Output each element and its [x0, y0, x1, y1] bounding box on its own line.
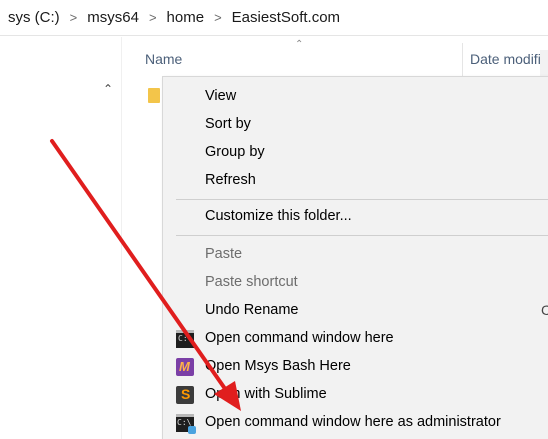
menu-item-group-by[interactable]: Group by: [163, 139, 548, 167]
breadcrumb-item-msys64[interactable]: msys64: [85, 9, 141, 26]
menu-item-label: Undo Rename: [205, 302, 299, 318]
menu-item-label: Open Msys Bash Here: [205, 358, 351, 374]
cmd-icon: C:\: [176, 330, 194, 348]
menu-item-label: Open command window here: [205, 330, 394, 346]
menu-item-open-command-window-admin[interactable]: C:\ Open command window here as administ…: [163, 409, 548, 437]
menu-item-paste[interactable]: Paste: [163, 241, 548, 269]
column-header-name[interactable]: Name: [145, 51, 182, 67]
menu-item-shortcut: C: [541, 302, 548, 318]
menu-item-label: Open with Sublime: [205, 386, 327, 402]
msys-icon: M: [176, 358, 194, 376]
folder-icon[interactable]: [148, 88, 160, 103]
scroll-up-icon[interactable]: ⌃: [101, 82, 115, 96]
menu-item-open-command-window[interactable]: C:\ Open command window here: [163, 325, 548, 353]
breadcrumb: sys (C:) > msys64 > home > EasiestSoft.c…: [6, 9, 342, 26]
menu-separator: [176, 199, 548, 200]
context-menu: View Sort by Group by Refresh Customize …: [162, 76, 548, 439]
breadcrumb-item-drive[interactable]: sys (C:): [6, 9, 62, 26]
column-header-date-modified[interactable]: Date modifi: [470, 51, 541, 67]
menu-item-label: Refresh: [205, 172, 256, 188]
breadcrumb-item-current-folder[interactable]: EasiestSoft.com: [230, 9, 342, 26]
breadcrumb-item-home[interactable]: home: [165, 9, 207, 26]
column-divider[interactable]: [462, 43, 463, 77]
menu-item-label: Group by: [205, 144, 265, 160]
menu-item-label: View: [205, 88, 237, 104]
menu-item-view[interactable]: View: [163, 83, 548, 111]
menu-item-label: Customize this folder...: [205, 208, 352, 224]
sort-ascending-icon: ⌃: [295, 39, 304, 50]
navigation-pane[interactable]: ⌃: [0, 37, 122, 439]
menu-item-undo-rename[interactable]: Undo Rename C: [163, 297, 548, 325]
breadcrumb-separator-icon[interactable]: >: [141, 10, 165, 25]
menu-item-open-with-sublime[interactable]: S Open with Sublime: [163, 381, 548, 409]
menu-item-open-msys-bash[interactable]: M Open Msys Bash Here: [163, 353, 548, 381]
breadcrumb-separator-icon[interactable]: >: [206, 10, 230, 25]
address-bar[interactable]: sys (C:) > msys64 > home > EasiestSoft.c…: [0, 0, 548, 36]
menu-item-label: Paste: [205, 246, 243, 262]
column-header-row: ⌃ Name Date modifi: [123, 37, 548, 81]
breadcrumb-separator-icon[interactable]: >: [62, 10, 86, 25]
menu-item-customize-folder[interactable]: Customize this folder...: [163, 203, 548, 231]
menu-item-label: Open command window here as administrato…: [205, 414, 501, 430]
menu-item-label: Sort by: [205, 116, 251, 132]
menu-item-refresh[interactable]: Refresh: [163, 167, 548, 195]
menu-item-paste-shortcut[interactable]: Paste shortcut: [163, 269, 548, 297]
menu-item-sort-by[interactable]: Sort by: [163, 111, 548, 139]
admin-cmd-icon: C:\: [176, 414, 196, 434]
menu-separator: [176, 235, 548, 236]
menu-item-label: Paste shortcut: [205, 274, 298, 290]
sublime-icon: S: [176, 386, 194, 404]
